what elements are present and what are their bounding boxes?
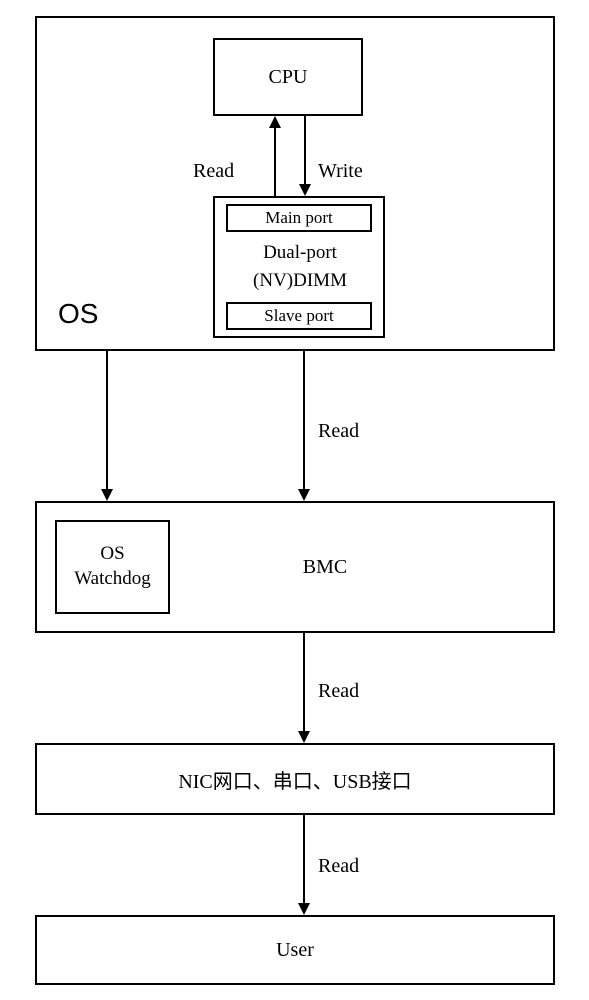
main-port-label: Main port xyxy=(265,208,333,228)
dimm-label-line2: (NV)DIMM xyxy=(245,270,355,292)
cpu-box: CPU xyxy=(213,38,363,116)
user-label: User xyxy=(276,939,314,962)
watchdog-box: OS Watchdog xyxy=(55,520,170,614)
os-label: OS xyxy=(58,298,98,330)
arrow-bmc-to-nic xyxy=(294,633,314,743)
nic-label: NIC网口、串口、USB接口 xyxy=(178,765,411,794)
read-label-user: Read xyxy=(318,855,359,878)
read-label-bmc: Read xyxy=(318,420,359,443)
slave-port-box: Slave port xyxy=(226,302,372,330)
watchdog-label-line1: OS xyxy=(100,542,124,567)
main-port-box: Main port xyxy=(226,204,372,232)
slave-port-label: Slave port xyxy=(264,306,333,326)
read-label-cpu: Read xyxy=(193,160,234,183)
arrow-dimm-to-bmc xyxy=(294,351,314,501)
bmc-label: BMC xyxy=(303,556,347,579)
nic-box: NIC网口、串口、USB接口 xyxy=(35,743,555,815)
write-label-cpu: Write xyxy=(318,160,363,183)
user-box: User xyxy=(35,915,555,985)
arrow-nic-to-user xyxy=(294,815,314,915)
arrow-dimm-to-cpu xyxy=(265,116,285,196)
read-label-nic: Read xyxy=(318,680,359,703)
arrow-os-to-watchdog xyxy=(97,351,117,501)
cpu-label: CPU xyxy=(269,66,308,89)
watchdog-label-line2: Watchdog xyxy=(74,567,151,592)
dimm-label-line1: Dual-port xyxy=(245,242,355,264)
arrow-cpu-to-dimm xyxy=(295,116,315,196)
